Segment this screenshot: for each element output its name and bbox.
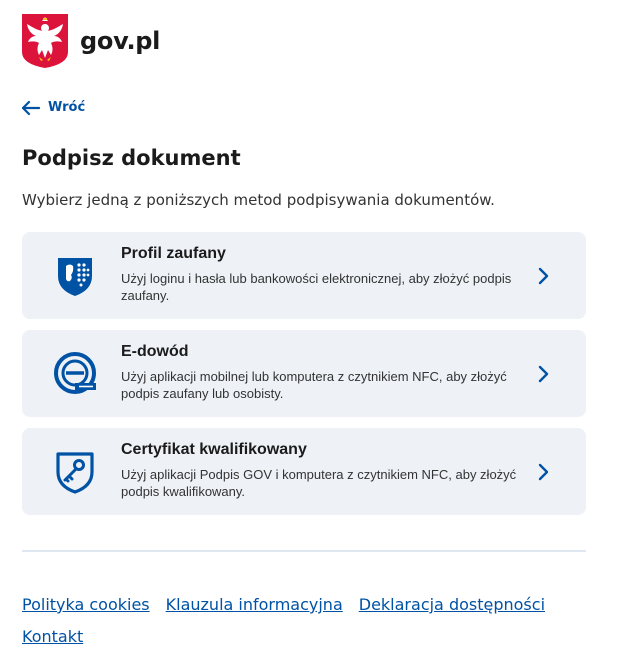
footer-links: Polityka cookies Klauzula informacyjna Dek… [22,589,622,653]
method-card-qualified-certificate[interactable]: Certyfikat kwalifikowany Użyj aplikacji … [22,428,586,515]
back-link[interactable]: Wróć [22,100,85,115]
brand-name[interactable]: gov.pl [80,27,160,55]
back-label: Wróć [48,100,86,115]
shield-key-icon [56,452,94,494]
site-header: gov.pl [22,14,160,68]
footer-link-cookies[interactable]: Polityka cookies [22,589,150,621]
footer-link-accessibility[interactable]: Deklaracja dostępności [359,589,545,621]
method-title: Profil zaufany [121,245,226,262]
method-title: Certyfikat kwalifikowany [121,441,307,458]
trusted-profile-icon [58,258,92,296]
polish-eagle-emblem-icon[interactable] [22,14,68,68]
chevron-right-icon [538,267,549,285]
arrow-left-icon [22,100,40,115]
footer-link-information-clause[interactable]: Klauzula informacyjna [166,589,343,621]
chevron-right-icon [538,365,549,383]
method-description: Użyj loginu i hasła lub bankowości elekt… [121,271,512,303]
method-card-trusted-profile[interactable]: Profil zaufany Użyj loginu i hasła lub b… [22,232,586,319]
footer-link-contact[interactable]: Kontakt [22,621,83,653]
footer-divider [22,550,586,552]
method-title: E-dowód [121,343,189,360]
e-id-icon [54,352,96,394]
method-description: Użyj aplikacji mobilnej lub komputera z … [121,369,507,401]
chevron-right-icon [538,463,549,481]
page-intro: Wybierz jedną z poniższych metod podpisy… [22,191,495,209]
page-title: Podpisz dokument [22,146,241,170]
method-description: Użyj aplikacji Podpis GOV i komputera z … [121,467,517,499]
method-card-e-id[interactable]: E-dowód Użyj aplikacji mobilnej lub komp… [22,330,586,417]
